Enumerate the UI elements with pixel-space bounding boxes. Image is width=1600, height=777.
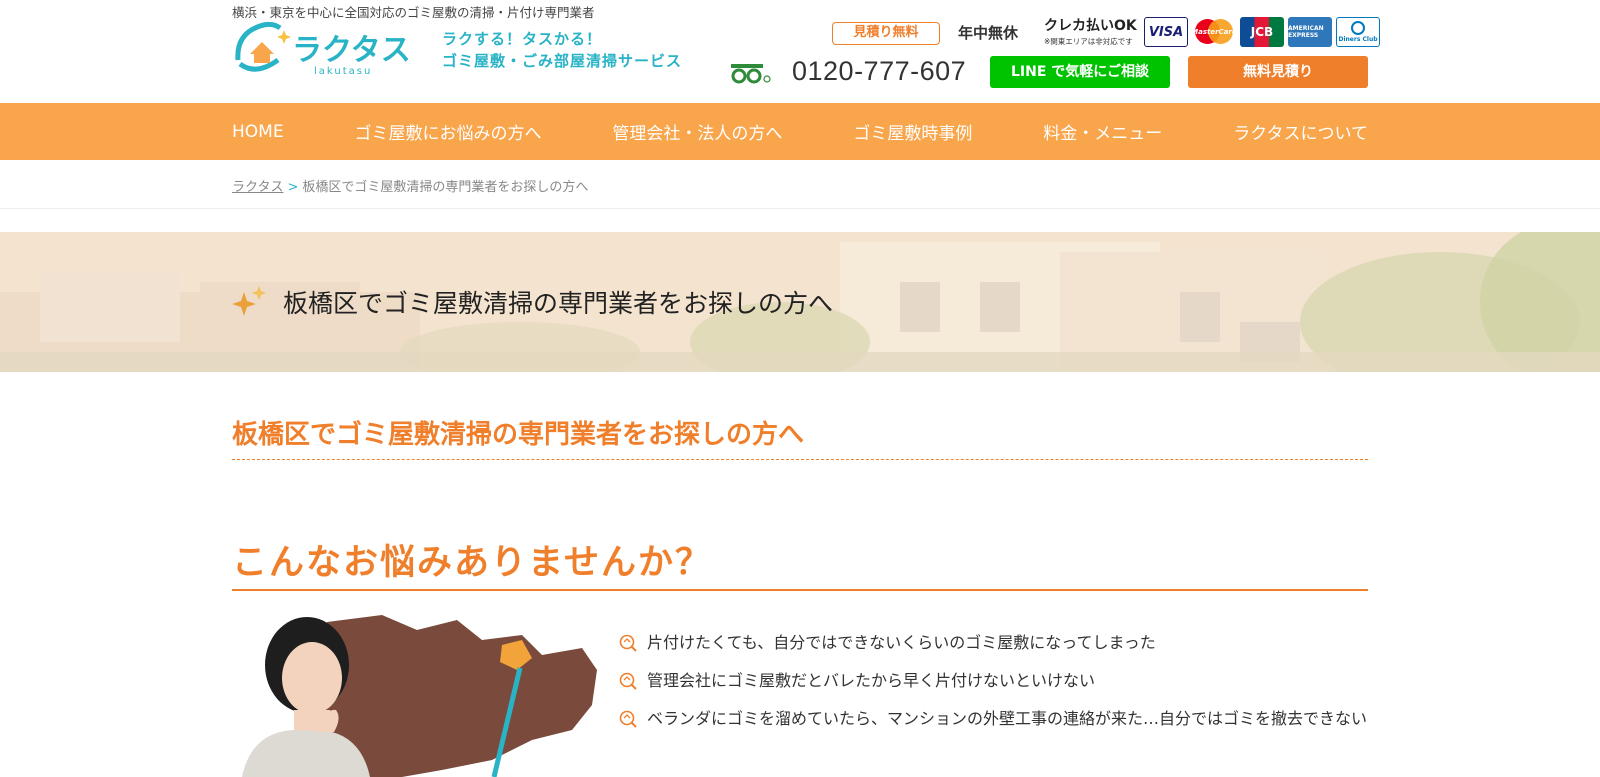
worries-heading: こんなお悩みありませんか？ [232,534,1368,591]
phone-number[interactable]: 0120-777-607 [792,56,966,87]
svg-text:ラクタス: ラクタス [292,33,411,68]
worried-woman-map-illustration [242,615,597,777]
nav-item-troubled[interactable]: ゴミ屋敷にお悩みの方へ [355,119,542,144]
list-item: 管理会社にゴミ屋敷だとバレたから早く片付けないといけない [618,668,1368,694]
free-estimate-button[interactable]: 無料見積り [1188,56,1368,88]
nav-item-cases[interactable]: ゴミ屋敷時事例 [853,119,972,144]
lightbulb-icon [619,634,637,652]
breadcrumb: ラクタス > 板橋区でゴミ屋敷清掃の専門業者をお探しの方へ [232,176,588,195]
page-heading: 板橋区でゴミ屋敷清掃の専門業者をお探しの方へ [232,414,1368,460]
nav-item-about[interactable]: ラクタスについて [1233,119,1368,144]
nav-item-pricing[interactable]: 料金・メニュー [1043,119,1162,144]
sparkle-icon [232,286,266,316]
jcb-icon: JCB [1240,17,1284,47]
breadcrumb-home-link[interactable]: ラクタス [232,180,283,195]
breadcrumb-current: 板橋区でゴミ屋敷清掃の専門業者をお探しの方へ [302,180,589,195]
free-estimate-badge: 見積り無料 [832,22,940,45]
open-all-year-label: 年中無休 [958,24,1019,42]
worries-list: 片付けたくても、自分ではできないくらいのゴミ屋敷になってしまった 管理会社にゴミ… [618,630,1368,744]
list-item: ベランダにゴミを溜めていたら、マンションの外壁工事の連絡が来た…自分ではゴミを撤… [618,706,1368,732]
divider [0,208,1600,209]
lightbulb-icon [619,672,637,690]
visa-icon: VISA [1144,17,1188,47]
nav-item-home[interactable]: HOME [232,122,284,142]
credit-card-ok-label: クレカ払いOK ※関東エリアは非対応です [1044,18,1137,46]
site-logo[interactable]: ラクタス lakutasu [232,20,420,76]
breadcrumb-separator: > [287,180,299,195]
global-nav: HOME ゴミ屋敷にお悩みの方へ 管理会社・法人の方へ ゴミ屋敷時事例 料金・メ… [0,103,1600,160]
list-item: 片付けたくても、自分ではできないくらいのゴミ屋敷になってしまった [618,630,1368,656]
amex-icon: AMERICAN EXPRESS [1288,17,1332,47]
hero-title: 板橋区でゴミ屋敷清掃の専門業者をお探しの方へ [283,289,834,318]
lightbulb-icon [619,710,637,728]
nav-item-corporate[interactable]: 管理会社・法人の方へ [612,119,782,144]
line-consult-button[interactable]: LINE で気軽にご相談 [990,56,1170,88]
diners-club-icon: Diners Club [1336,17,1380,47]
svg-text:lakutasu: lakutasu [314,66,372,76]
mastercard-icon: MasterCard [1191,17,1237,47]
catchphrase: ラクする！タスかる！ ゴミ屋敷・ごみ部屋清掃サービス [442,30,683,70]
credit-card-logos: VISA MasterCard JCB AMERICAN EXPRESS Din… [1144,17,1380,47]
site-tagline: 横浜・東京を中心に全国対応のゴミ屋敷の清掃・片付け専門業者 [232,5,595,20]
hero-banner: 板橋区でゴミ屋敷清掃の専門業者をお探しの方へ [0,232,1600,372]
freedial-icon [731,64,771,84]
